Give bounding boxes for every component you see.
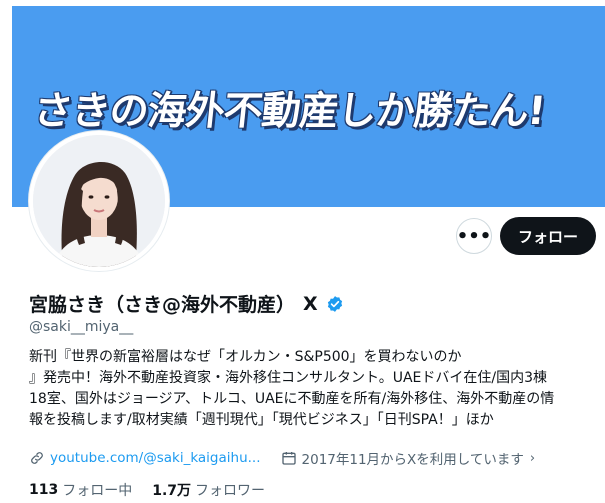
avatar[interactable] (29, 131, 169, 271)
more-horizontal-icon: ••• (456, 225, 492, 247)
bio-line: 新刊『世界の新富裕層はなぜ「オルカン・S&P500」を買わないのか (29, 349, 462, 365)
joined-date: 2017年11月からXを利用しています (301, 452, 524, 468)
bio-line: 』発売中！海外不動産投資家・海外移住コンサルタント。UAEドバイ在住/国内3棟 (29, 370, 548, 386)
more-button[interactable]: ••• (456, 218, 492, 254)
x-logo-icon: X (303, 292, 318, 315)
bio-line: 18室、国外はジョージア、トルコ、UAEに不動産を所有/海外移住、海外不動産の情 (29, 391, 555, 407)
link-icon (31, 452, 43, 464)
profile-meta: youtube.com/@saki_kaigaihu... 2017年11月から… (29, 448, 535, 468)
avatar-portrait-icon (33, 135, 165, 267)
avatar-image (33, 135, 165, 267)
display-name: 宮脇さき（さき@海外不動産） (29, 294, 296, 316)
followers-count[interactable]: 1.7万 (152, 480, 191, 500)
follow-stats: 113 フォロー中 1.7万 フォロワー (29, 480, 265, 500)
profile-bio: 新刊『世界の新富裕層はなぜ「オルカン・S&P500」を買わないのか 』発売中！海… (29, 347, 599, 431)
followers-label[interactable]: フォロワー (195, 480, 265, 500)
name-row: 宮脇さき（さき@海外不動産） X (29, 290, 344, 317)
bio-line: 報を投稿します/取材実績「週刊現代」「現代ビジネス」「日刊SPA！」ほか (29, 412, 494, 428)
following-label[interactable]: フォロー中 (62, 480, 132, 500)
profile-link[interactable]: youtube.com/@saki_kaigaihu... (50, 450, 261, 466)
verified-badge-icon[interactable] (326, 295, 344, 313)
user-handle: @saki__miya__ (29, 319, 134, 335)
following-count[interactable]: 113 (29, 482, 58, 498)
left-gutter (0, 6, 12, 503)
calendar-icon (281, 452, 296, 465)
follow-button[interactable]: フォロー (500, 217, 596, 255)
chevron-right-icon[interactable]: › (530, 451, 535, 466)
banner-text: さきの海外不動産しか勝たん! (31, 89, 547, 134)
